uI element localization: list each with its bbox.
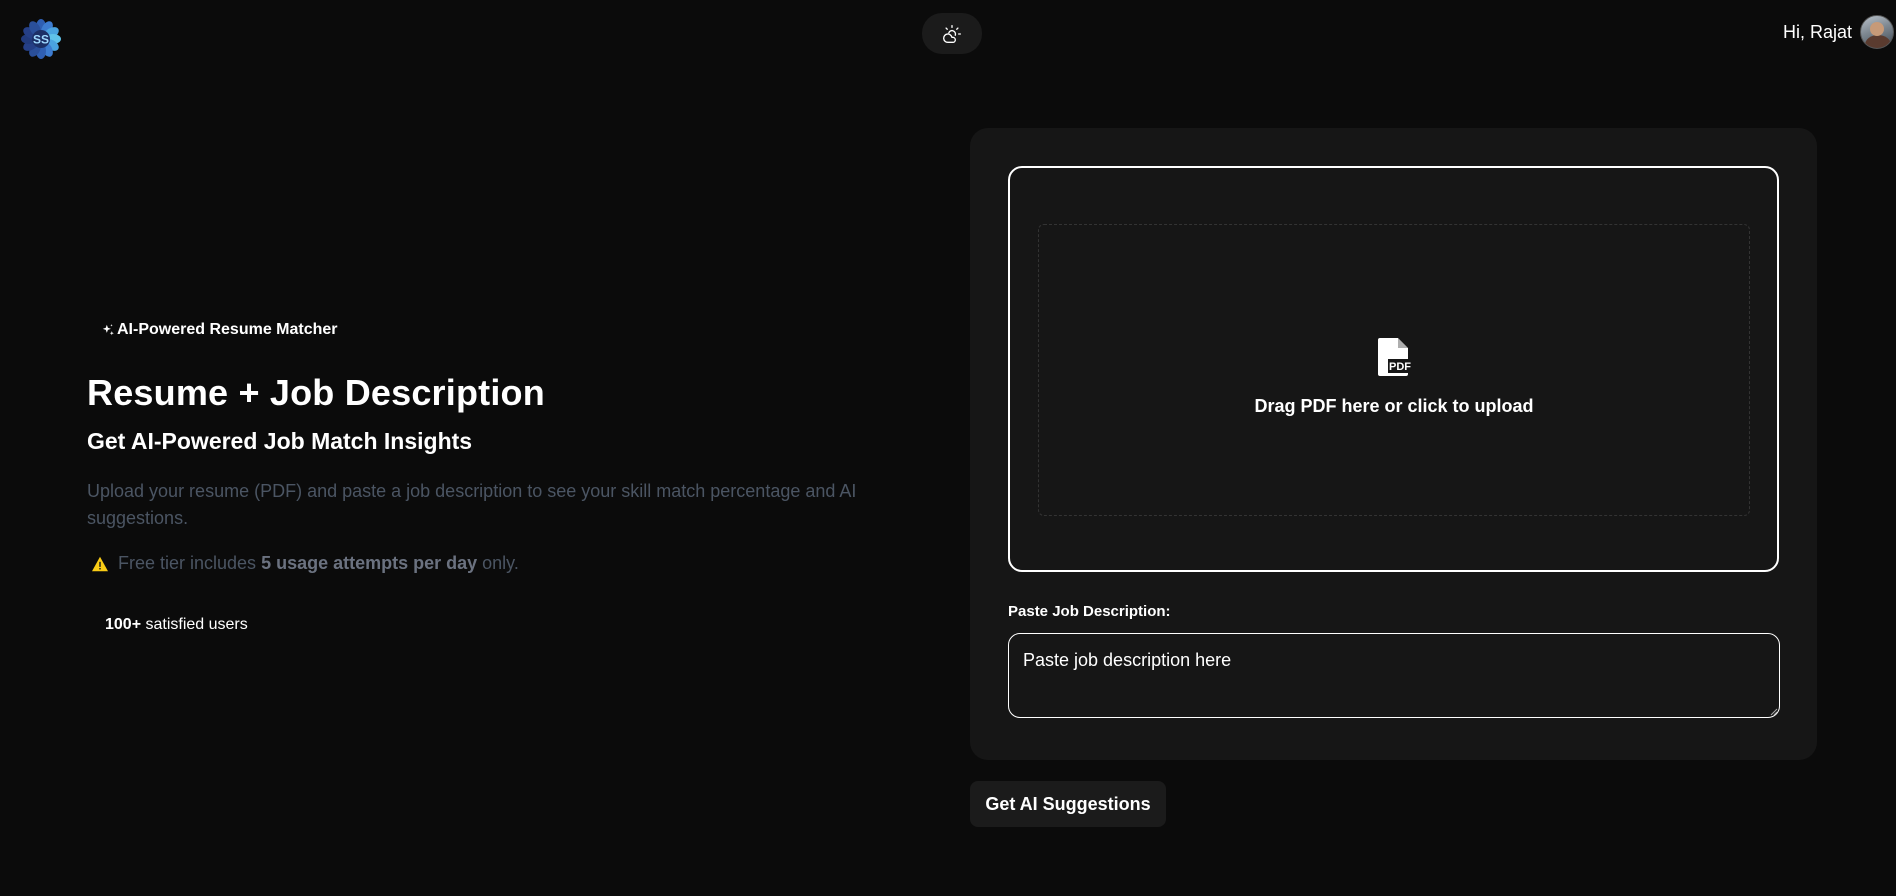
ss-flower-logo-icon[interactable]: SS <box>20 18 62 60</box>
job-description-textarea[interactable] <box>1008 633 1780 718</box>
page-title: Resume + Job Description <box>87 372 545 413</box>
upload-card: PDF Drag PDF here or click to upload Pas… <box>970 128 1817 760</box>
sparkles-icon <box>102 324 114 336</box>
satisfied-users: 100+ satisfied users <box>105 616 248 633</box>
job-description-label: Paste Job Description: <box>1008 603 1171 620</box>
page-subtitle: Get AI-Powered Job Match Insights <box>87 428 473 454</box>
user-greeting: Hi, Rajat <box>1782 21 1852 42</box>
pdf-file-icon: PDF <box>1378 338 1412 376</box>
partly-cloudy-icon <box>943 24 961 43</box>
usage-notice: Free tier includes 5 usage attempts per … <box>91 553 519 574</box>
theme-toggle-button[interactable] <box>922 13 982 54</box>
feature-badge-label: AI-Powered Resume Matcher <box>117 321 338 338</box>
avatar[interactable] <box>1860 15 1894 49</box>
usage-notice-text: Free tier includes 5 usage attempts per … <box>118 553 519 573</box>
feature-badge: AI-Powered Resume Matcher <box>101 321 338 339</box>
resize-handle-icon[interactable] <box>1770 708 1778 716</box>
pdf-upload-area[interactable]: PDF Drag PDF here or click to upload <box>1038 224 1750 516</box>
upload-prompt: Drag PDF here or click to upload <box>1254 396 1534 416</box>
get-ai-suggestions-button[interactable]: Get AI Suggestions <box>970 781 1166 827</box>
svg-text:SS: SS <box>33 33 49 47</box>
user-menu[interactable]: Hi, Rajat <box>1783 14 1896 50</box>
users-count: 100+ <box>105 616 142 633</box>
page-description: Upload your resume (PDF) and paste a job… <box>87 481 857 528</box>
svg-text:PDF: PDF <box>1389 361 1411 373</box>
warning-icon <box>92 556 108 571</box>
dropzone: PDF Drag PDF here or click to upload <box>1008 166 1779 572</box>
usage-limit: 5 usage attempts per day <box>261 553 478 573</box>
page: SS Hi, Rajat AI-Powered Resume Matcher R… <box>0 0 1896 896</box>
